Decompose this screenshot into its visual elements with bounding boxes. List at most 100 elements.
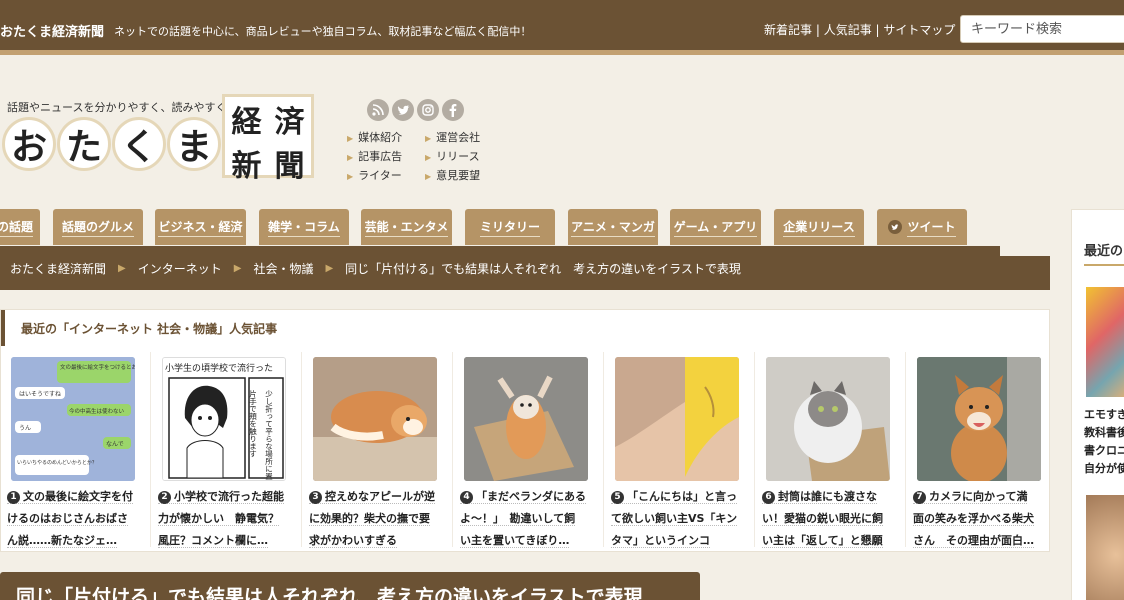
article-title[interactable]: 2 小学校で流行った超能 力が懐かしい 静電気？ 風圧？コメント欄に…: [158, 486, 298, 552]
chat-bubble-text: うん: [19, 425, 31, 432]
title-line: よ〜！」 勘違いして飼: [460, 512, 576, 526]
rss-icon[interactable]: [367, 99, 389, 121]
ad-link[interactable]: 記事広告: [347, 148, 425, 164]
popular-item[interactable]: 5 「こんにちは」と言っ て欲しい飼い主VS「キン タマ」というインコ: [605, 352, 755, 548]
tab-trivia[interactable]: 雑学・コラム: [259, 209, 349, 245]
title-line: エモすぎ: [1084, 408, 1124, 421]
article-title[interactable]: 4 「まだベランダにある よ〜！」 勘違いして飼 い主を置いてきぼり…: [460, 486, 600, 552]
logo-kanji: 済: [274, 105, 305, 140]
popular-item[interactable]: 7 カメラに向かって満 面の笑みを浮かべる柴犬 さん その理由が面白…: [907, 352, 1057, 548]
sitemap-link[interactable]: サイトマップ: [883, 23, 955, 37]
logo-tagline: 話題やニュースを分かりやすく、読みやすく。: [7, 101, 238, 114]
tab-business[interactable]: ビジネス・経済: [155, 209, 246, 245]
site-name[interactable]: おたくま経済新聞: [0, 21, 104, 40]
tab-topics[interactable]: の話題: [0, 209, 40, 245]
header-links: 媒体紹介 運営会社 記事広告 リリース ライター 意見要望: [347, 129, 505, 183]
sidebar-panel: 最近の エモすぎ 教科書後 書クロニ 自分が使: [1071, 209, 1124, 600]
tab-press-release[interactable]: 企業リリース: [774, 209, 864, 245]
article-thumbnail[interactable]: [917, 357, 1041, 481]
logo[interactable]: お た く ま: [2, 117, 222, 171]
twitter-icon: [888, 220, 903, 234]
tab-label: 企業リリース: [783, 218, 855, 237]
breadcrumb-current: 同じ「片付ける」でも結果は人それぞれ 考え方の違いをイラストで表現: [345, 261, 741, 276]
article-title[interactable]: 5 「こんにちは」と言っ て欲しい飼い主VS「キン タマ」というインコ: [611, 486, 751, 552]
popular-item[interactable]: 4 「まだベランダにある よ〜！」 勘違いして飼 い主を置いてきぼり…: [454, 352, 604, 548]
breadcrumb-internet[interactable]: インターネット: [138, 260, 222, 277]
top-bar: おたくま経済新聞 ネットでの話題を中心に、商品レビューや独自コラム、取材記事など…: [0, 0, 1124, 55]
logo-char: た: [57, 117, 111, 171]
instagram-icon[interactable]: [417, 99, 439, 121]
sidebar-heading: 最近の: [1084, 244, 1124, 259]
manga-text: 片手で頬を触ります: [248, 389, 257, 458]
title-line: 面の笑みを浮かべる柴犬: [913, 512, 1034, 526]
logo-char: く: [112, 117, 166, 171]
title-line: 「こんにちは」と言っ: [627, 490, 737, 503]
article-title[interactable]: 1 文の最後に絵文字を付 けるのはおじさんおばさ ん説……新たなジェ…: [7, 486, 147, 552]
title-line: さん その理由が面白…: [913, 534, 1034, 548]
tab-label: ツイート: [907, 218, 956, 237]
breadcrumb-separator-icon: ▶: [233, 262, 242, 274]
tab-gourmet[interactable]: 話題のグルメ: [53, 209, 143, 245]
breadcrumb-society[interactable]: 社会・物議: [253, 260, 313, 277]
tab-entertainment[interactable]: 芸能・エンタメ: [361, 209, 452, 245]
chat-bubble-text: 今の中高生は使わない: [69, 407, 125, 415]
rank-badge: 6: [762, 491, 775, 504]
article-title[interactable]: 3 控えめなアピールが逆 に効果的？柴犬の撫で要 求がかわいすぎる: [309, 486, 449, 552]
tab-tweet[interactable]: ツイート: [877, 209, 967, 245]
logo-kanji: 聞: [274, 149, 305, 184]
popular-articles-link[interactable]: 人気記事: [824, 23, 872, 37]
tab-anime[interactable]: アニメ・マンガ: [568, 209, 658, 245]
rank-badge: 7: [913, 491, 926, 504]
new-articles-link[interactable]: 新着記事: [764, 23, 812, 37]
title-line: い主を置いてきぼり…: [460, 534, 570, 548]
rank-badge: 3: [309, 491, 322, 504]
site-tagline: ネットでの話題を中心に、商品レビューや独自コラム、取材記事など幅広く配信中！: [114, 25, 532, 38]
twitter-icon[interactable]: [392, 99, 414, 121]
writer-link[interactable]: ライター: [347, 167, 425, 183]
article-thumbnail[interactable]: [766, 357, 890, 481]
tab-games[interactable]: ゲーム・アプリ: [670, 209, 761, 245]
tab-label: 話題のグルメ: [61, 218, 134, 237]
breadcrumb-home[interactable]: おたくま経済新聞: [10, 260, 106, 277]
article-title[interactable]: 7 カメラに向かって満 面の笑みを浮かべる柴犬 さん その理由が面白…: [913, 486, 1053, 552]
logo-kanji-box[interactable]: 経 済 新 聞: [222, 94, 314, 184]
search-input[interactable]: [960, 15, 1124, 43]
tab-military[interactable]: ミリタリー: [465, 209, 555, 245]
article-heading: 同じ「片付ける」でも結果は人それぞれ 考え方の違いをイラストで表現: [0, 572, 700, 600]
sidebar-thumbnail[interactable]: [1086, 287, 1124, 397]
feedback-link[interactable]: 意見要望: [425, 167, 505, 183]
article-thumbnail[interactable]: [615, 357, 739, 481]
title-line: て欲しい飼い主VS「キン: [611, 512, 738, 526]
company-link[interactable]: 運営会社: [425, 129, 505, 145]
chat-bubble-text: はいそうですね: [19, 391, 61, 398]
popular-item[interactable]: 文の最後に絵文字をつけるとおじさんおばさん説… はいそうですね 今の中高生は使わ…: [1, 352, 151, 548]
article-title[interactable]: 6 封筒は誰にも渡さな い！愛猫の鋭い眼光に飼 い主は「返して」と懇願: [762, 486, 902, 552]
article-thumbnail[interactable]: 小学生の頃学校で流行った 片手で頬を触ります 少し折って平らな場所に置きます: [162, 357, 286, 481]
facebook-icon[interactable]: [442, 99, 464, 121]
title-line: 力が懐かしい 静電気？: [158, 512, 279, 526]
article-thumbnail[interactable]: 文の最後に絵文字をつけるとおじさんおばさん説… はいそうですね 今の中高生は使わ…: [11, 357, 135, 481]
tab-label: ミリタリー: [479, 218, 540, 237]
sidebar-divider: [1084, 264, 1124, 266]
title-line: い！愛猫の鋭い眼光に飼: [762, 512, 883, 526]
title-line: 求がかわいすぎる: [309, 534, 397, 548]
sidebar-article-title[interactable]: エモすぎ 教科書後 書クロニ 自分が使: [1084, 406, 1124, 478]
article-thumbnail[interactable]: [313, 357, 437, 481]
popular-item[interactable]: 6 封筒は誰にも渡さな い！愛猫の鋭い眼光に飼 い主は「返して」と懇願: [756, 352, 906, 548]
rank-badge: 4: [460, 491, 473, 504]
media-info-link[interactable]: 媒体紹介: [347, 129, 425, 145]
release-link[interactable]: リリース: [425, 148, 505, 164]
rank-badge: 2: [158, 491, 171, 504]
title-line: 教科書後: [1084, 426, 1124, 439]
popular-list: 文の最後に絵文字をつけるとおじさんおばさん説… はいそうですね 今の中高生は使わ…: [1, 352, 1051, 548]
rank-badge: 1: [7, 491, 20, 504]
logo-kanji: 経: [231, 105, 262, 140]
chat-bubble-text: 文の最後に絵文字をつけるとおじさんおばさん説…: [60, 363, 135, 371]
popular-item[interactable]: 小学生の頃学校で流行った 片手で頬を触ります 少し折って平らな場所に置きます 2…: [152, 352, 302, 548]
popular-item[interactable]: 3 控えめなアピールが逆 に効果的？柴犬の撫で要 求がかわいすぎる: [303, 352, 453, 548]
breadcrumb: おたくま経済新聞 ▶ インターネット ▶ 社会・物議 ▶ 同じ「片付ける」でも結…: [0, 246, 1050, 290]
sidebar-thumbnail[interactable]: [1086, 495, 1124, 600]
title-line: 文の最後に絵文字を付: [23, 490, 133, 503]
article-thumbnail[interactable]: [464, 357, 588, 481]
title-line: 控えめなアピールが逆: [325, 490, 435, 503]
